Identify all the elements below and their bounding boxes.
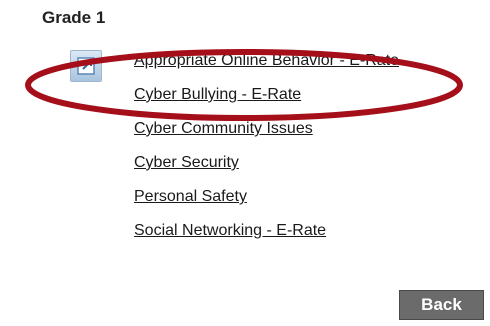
list-item: Cyber Security [134, 149, 399, 183]
back-button[interactable]: Back [399, 290, 484, 320]
topic-link-personal-safety[interactable]: Personal Safety [134, 188, 247, 205]
list-item: Appropriate Online Behavior - E-Rate [134, 47, 399, 81]
topic-link-social-networking[interactable]: Social Networking - E-Rate [134, 222, 326, 239]
topic-link-cyber-security[interactable]: Cyber Security [134, 154, 239, 171]
topic-link-appropriate-online-behavior[interactable]: Appropriate Online Behavior - E-Rate [134, 52, 399, 69]
topic-link-cyber-bullying[interactable]: Cyber Bullying - E-Rate [134, 86, 301, 103]
grade-title: Grade 1 [42, 8, 106, 27]
list-item: Social Networking - E-Rate [134, 217, 399, 251]
list-item: Cyber Bullying - E-Rate [134, 81, 399, 115]
page: Grade 1 Appropriate Online Behavior - E-… [0, 0, 490, 326]
list-item: Personal Safety [134, 183, 399, 217]
topic-link-cyber-community-issues[interactable]: Cyber Community Issues [134, 120, 313, 137]
topic-list: Appropriate Online Behavior - E-Rate Cyb… [134, 47, 399, 251]
list-item: Cyber Community Issues [134, 115, 399, 149]
external-link-icon[interactable] [70, 50, 102, 82]
